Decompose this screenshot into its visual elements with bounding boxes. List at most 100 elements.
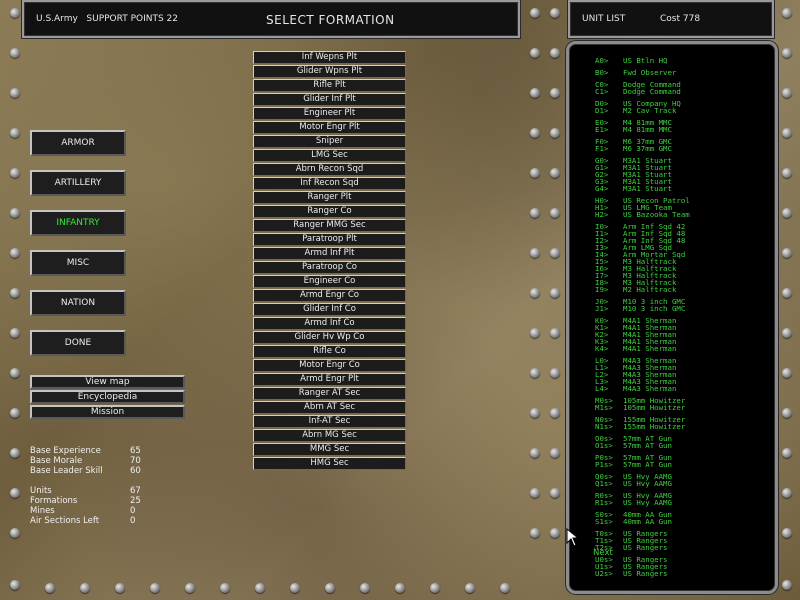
mission-button[interactable]: Mission (30, 405, 185, 419)
unit-list-item[interactable]: H2> US Bazooka Team (595, 211, 690, 218)
formation-button[interactable]: Armd Engr Co (253, 289, 406, 302)
unit-name: Fwd Observer (623, 68, 677, 77)
formation-button[interactable]: Motor Engr Co (253, 359, 406, 372)
rivet (782, 168, 792, 178)
formation-button[interactable]: Ranger MMG Sec (253, 219, 406, 232)
rivet (10, 128, 20, 138)
unit-code: C1> (595, 87, 609, 96)
unit-list-panel: A0> US Btln HQ B0> Fwd Observer C0> Dodge Com… (566, 41, 778, 594)
unit-code: B0> (595, 68, 609, 77)
unit-list-item[interactable]: B0> Fwd Observer (595, 69, 676, 76)
rivet (10, 408, 20, 418)
unit-list-item[interactable]: O1s> 57mm AT Gun (595, 442, 672, 449)
unit-list-item[interactable]: J1> M10 3 inch GMC (595, 305, 685, 312)
rivet (150, 583, 160, 593)
rivet (782, 128, 792, 138)
unit-list-item[interactable]: N1s> 155mm Howitzer (595, 423, 685, 430)
rivet (782, 328, 792, 338)
formation-button[interactable]: Engineer Plt (253, 107, 406, 120)
rivet (530, 88, 540, 98)
formation-button[interactable]: Abrn MG Sec (253, 429, 406, 442)
unit-list-item[interactable]: M1s> 105mm Howitzer (595, 404, 685, 411)
formation-button[interactable]: Paratroop Plt (253, 233, 406, 246)
unit-list-item[interactable]: F1> M6 37mm GMC (595, 145, 672, 152)
rivet (220, 583, 230, 593)
unit-name: M3A1 Stuart (623, 184, 672, 193)
formation-button[interactable]: Glider Wpns Plt (253, 65, 406, 78)
artillery-button[interactable]: ARTILLERY (30, 170, 126, 196)
rivet (530, 488, 540, 498)
formation-button[interactable]: Armd Inf Co (253, 317, 406, 330)
formation-button[interactable]: Inf Wepns Plt (253, 51, 406, 64)
unit-name: Dodge Command (623, 87, 681, 96)
unit-name: 57mm AT Gun (623, 460, 672, 469)
unit-list-item[interactable]: C1> Dodge Command (595, 88, 681, 95)
rivet (782, 368, 792, 378)
formation-button[interactable]: Ranger Co (253, 205, 406, 218)
rivet (10, 48, 20, 58)
formation-button[interactable]: Abrn Recon Sqd (253, 163, 406, 176)
formation-button[interactable]: Ranger Plt (253, 191, 406, 204)
rivet (115, 583, 125, 593)
unit-name: M6 37mm GMC (623, 144, 672, 153)
unit-list-item[interactable]: S1s> 40mm AA Gun (595, 518, 672, 525)
unit-name: US Hvy AAMG (623, 498, 672, 507)
rivet (10, 208, 20, 218)
unit-list-item[interactable]: Q1s> US Hvy AAMG (595, 480, 672, 487)
rivet (782, 580, 792, 590)
unit-list-item[interactable]: E1> M4 81mm MMC (595, 126, 672, 133)
formation-button[interactable]: Sniper (253, 135, 406, 148)
formation-button[interactable]: Armd Inf Plt (253, 247, 406, 260)
rivet (550, 448, 560, 458)
done-button[interactable]: DONE (30, 330, 126, 356)
formation-button[interactable]: HMG Sec (253, 457, 406, 470)
formation-button[interactable]: Armd Engr Plt (253, 373, 406, 386)
next-button[interactable]: Next (593, 548, 613, 558)
nation-support-points: U.S.Army SUPPORT POINTS 22 (36, 14, 179, 24)
unit-list-item[interactable]: L4> M4A3 Sherman (595, 385, 676, 392)
unit-list-item[interactable]: K4> M4A1 Sherman (595, 345, 676, 352)
formation-button[interactable]: Ranger AT Sec (253, 387, 406, 400)
formation-button[interactable]: LMG Sec (253, 149, 406, 162)
rivet (10, 488, 20, 498)
view-map-button[interactable]: View map (30, 375, 185, 389)
formation-button[interactable]: Glider Hv Wp Co (253, 331, 406, 344)
unit-list-item[interactable]: A0> US Btln HQ (595, 57, 668, 64)
misc-button[interactable]: MISC (30, 250, 126, 276)
formation-button[interactable]: Motor Engr Plt (253, 121, 406, 134)
formation-button[interactable]: Paratroop Co (253, 261, 406, 274)
rivet (10, 168, 20, 178)
encyclopedia-button[interactable]: Encyclopedia (30, 390, 185, 404)
infantry-button[interactable]: INFANTRY (30, 210, 126, 236)
unit-name: 57mm AT Gun (623, 441, 672, 450)
unit-list-item[interactable]: U2s> US Rangers (595, 570, 668, 577)
unit-name: US Rangers (623, 569, 668, 578)
formation-button[interactable]: Glider Inf Co (253, 303, 406, 316)
armor-button[interactable]: ARMOR (30, 130, 126, 156)
formation-button[interactable]: Engineer Co (253, 275, 406, 288)
unit-list-item[interactable]: P1s> 57mm AT Gun (595, 461, 672, 468)
unit-list-item[interactable]: D1> M2 Cav Track (595, 107, 676, 114)
unit-name: M4A1 Sherman (623, 344, 677, 353)
unit-code: J1> (595, 304, 609, 313)
unit-list-cost: Cost 778 (660, 14, 701, 24)
formation-button[interactable]: Glider Inf Plt (253, 93, 406, 106)
nation-button[interactable]: NATION (30, 290, 126, 316)
formation-button[interactable]: MMG Sec (253, 443, 406, 456)
formation-button[interactable]: Abrn AT Sec (253, 401, 406, 414)
formation-button[interactable]: Inf-AT Sec (253, 415, 406, 428)
formation-button[interactable]: Rifle Plt (253, 79, 406, 92)
unit-code: E1> (595, 125, 609, 134)
unit-list-item[interactable]: I9> M2 Halftrack (595, 286, 676, 293)
unit-list-item[interactable]: R1s> US Hvy AAMG (595, 499, 672, 506)
rivet (782, 448, 792, 458)
rivet (325, 583, 335, 593)
header-bar: U.S.Army SUPPORT POINTS 22 SELECT FORMAT… (22, 0, 520, 38)
rivet (530, 168, 540, 178)
formation-button[interactable]: Inf Recon Sqd (253, 177, 406, 190)
unit-list-item[interactable]: G4> M3A1 Stuart (595, 185, 672, 192)
formation-button[interactable]: Rifle Co (253, 345, 406, 358)
unit-code: A0> (595, 56, 609, 65)
rivet (782, 88, 792, 98)
rivet (530, 8, 540, 18)
